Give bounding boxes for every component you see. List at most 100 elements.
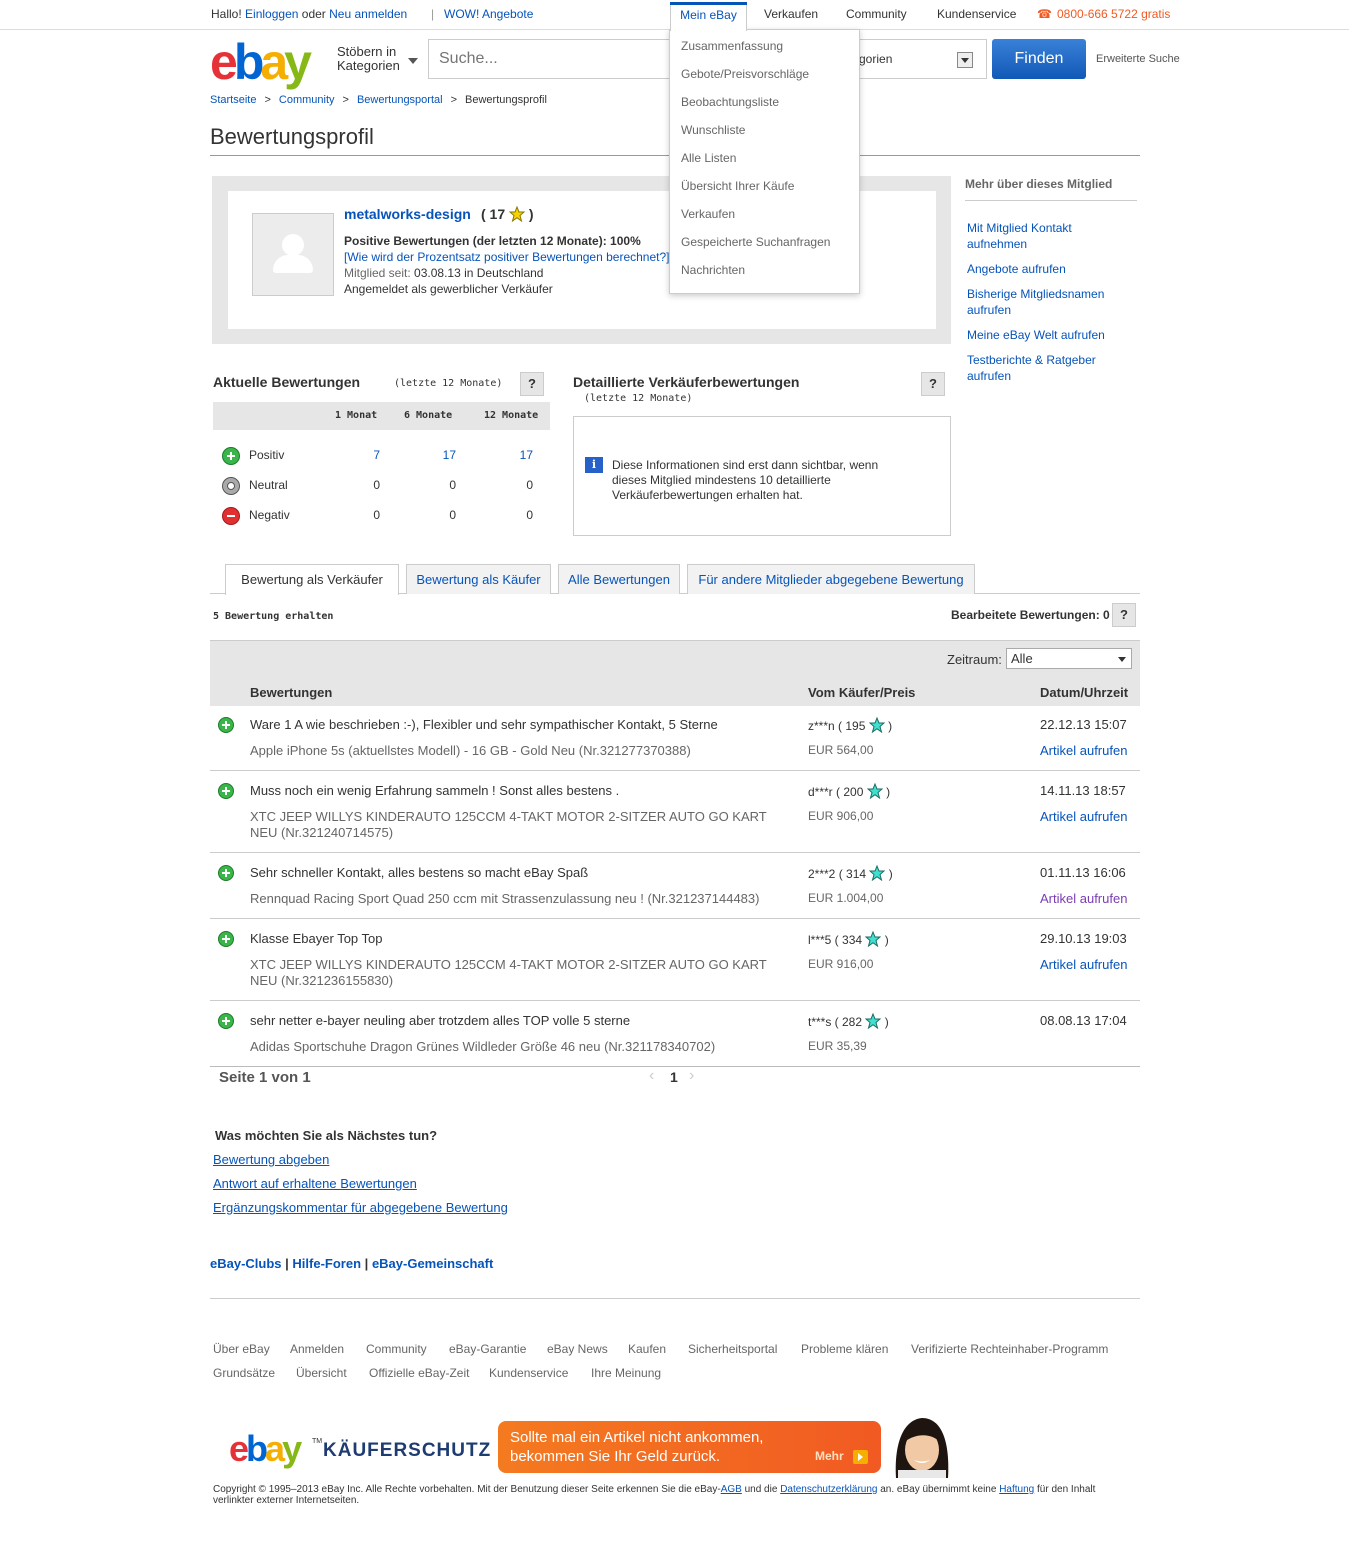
menu-item-all-lists[interactable]: Alle Listen: [681, 151, 736, 165]
more-link[interactable]: Mehr: [815, 1449, 844, 1463]
footer-link[interactable]: eBay-Garantie: [449, 1342, 526, 1356]
help-button[interactable]: ?: [1112, 603, 1136, 627]
footer-link[interactable]: Verifizierte Rechteinhaber-Programm: [911, 1342, 1108, 1356]
breadcrumb-home[interactable]: Startseite: [210, 94, 256, 106]
community-links: eBay-Clubs | Hilfe-Foren | eBay-Gemeinsc…: [210, 1256, 493, 1271]
view-item-link[interactable]: Artikel aufrufen: [1040, 957, 1127, 972]
privacy-link[interactable]: Datenschutzerklärung: [780, 1484, 877, 1495]
footer-link[interactable]: Offizielle eBay-Zeit: [369, 1366, 469, 1380]
footer-link[interactable]: Probleme klären: [801, 1342, 888, 1356]
menu-item-saved-searches[interactable]: Gespeicherte Suchanfragen: [681, 235, 830, 249]
ebay-community-link[interactable]: eBay-Gemeinschaft: [372, 1256, 493, 1271]
tab-left-for-others[interactable]: Für andere Mitglieder abgegebene Bewertu…: [687, 564, 975, 594]
menu-item-watchlist[interactable]: Beobachtungsliste: [681, 95, 779, 109]
chevron-right-icon[interactable]: ›: [689, 1067, 694, 1085]
member-username[interactable]: metalworks-design: [344, 206, 471, 222]
feedback-buyer[interactable]: d***r ( 200 ): [808, 783, 890, 799]
tab-buyer-feedback[interactable]: Bewertung als Käufer: [406, 564, 551, 594]
wow-deals-link[interactable]: WOW! Angebote: [444, 7, 533, 21]
footer-link[interactable]: Kaufen: [628, 1342, 666, 1356]
positive-icon: [218, 783, 234, 799]
phone-number: 0800-666 5722 gratis: [1057, 7, 1171, 21]
menu-item-summary[interactable]: Zusammenfassung: [681, 39, 783, 53]
feedback-buyer[interactable]: 2***2 ( 314 ): [808, 865, 893, 881]
footer-link[interactable]: Anmelden: [290, 1342, 344, 1356]
footer-link[interactable]: Community: [366, 1342, 427, 1356]
followup-comment-link[interactable]: Ergänzungskommentar für abgegebene Bewer…: [213, 1200, 508, 1215]
percentage-explanation-link[interactable]: [Wie wird der Prozentsatz positiver Bewe…: [344, 250, 670, 264]
chevron-down-icon[interactable]: [408, 58, 418, 64]
browse-categories-button[interactable]: Stöbern in Kategorien: [337, 45, 400, 73]
menu-item-bids[interactable]: Gebote/Preisvorschläge: [681, 67, 809, 81]
my-ebay-tab[interactable]: Mein eBay: [670, 2, 747, 31]
sidebar-reviews-guides[interactable]: Testberichte & Ratgeber aufrufen: [967, 352, 1127, 384]
sidebar-contact-member[interactable]: Mit Mitglied Kontakt aufnehmen: [967, 220, 1127, 252]
footer-link[interactable]: Übersicht: [296, 1366, 347, 1380]
reply-feedback-link[interactable]: Antwort auf erhaltene Bewertungen: [213, 1176, 417, 1191]
feedback-price: EUR 564,00: [808, 743, 874, 757]
register-link[interactable]: Neu anmelden: [329, 7, 407, 21]
liability-link[interactable]: Haftung: [999, 1484, 1034, 1495]
feedback-date: 22.12.13 15:07: [1040, 717, 1127, 732]
community-link[interactable]: Community: [846, 7, 907, 21]
positive-icon: [218, 931, 234, 947]
rating-count[interactable]: 7: [350, 448, 380, 462]
chevron-left-icon[interactable]: ‹: [649, 1067, 654, 1085]
sell-link[interactable]: Verkaufen: [764, 7, 818, 21]
leave-feedback-link[interactable]: Bewertung abgeben: [213, 1152, 329, 1167]
category-dropdown-icon[interactable]: [957, 52, 973, 68]
rating-count[interactable]: 17: [426, 448, 456, 462]
rating-count: 0: [526, 508, 533, 522]
period-select[interactable]: Alle: [1006, 648, 1132, 669]
menu-item-messages[interactable]: Nachrichten: [681, 263, 745, 277]
agb-link[interactable]: AGB: [721, 1484, 742, 1495]
search-input[interactable]: [429, 40, 669, 78]
feedback-item: XTC JEEP WILLYS KINDERAUTO 125CCM 4-TAKT…: [250, 809, 767, 840]
feedback-buyer[interactable]: z***n ( 195 ): [808, 717, 892, 733]
help-button[interactable]: ?: [520, 372, 544, 396]
view-item-link[interactable]: Artikel aufrufen: [1040, 743, 1127, 758]
rating-count[interactable]: 17: [503, 448, 533, 462]
logo-letter: a: [260, 34, 288, 90]
sidebar-my-world[interactable]: Meine eBay Welt aufrufen: [967, 327, 1127, 343]
feedback-date: 29.10.13 19:03: [1040, 931, 1127, 946]
arrow-right-icon[interactable]: [853, 1450, 868, 1464]
help-forums-link[interactable]: Hilfe-Foren: [292, 1256, 361, 1271]
view-item-link[interactable]: Artikel aufrufen: [1040, 891, 1127, 906]
menu-item-purchases[interactable]: Übersicht Ihrer Käufe: [681, 179, 794, 193]
rating-label: Neutral: [249, 478, 288, 492]
menu-item-selling[interactable]: Verkaufen: [681, 207, 735, 221]
tab-seller-feedback[interactable]: Bewertung als Verkäufer: [225, 564, 399, 595]
column-header: Bewertungen: [250, 685, 333, 700]
sidebar-previous-names[interactable]: Bisherige Mitgliedsnamen aufrufen: [967, 286, 1127, 318]
footer-link[interactable]: Sicherheitsportal: [688, 1342, 777, 1356]
page-title: Bewertungsprofil: [210, 124, 374, 149]
ebay-logo[interactable]: ebay: [210, 33, 312, 91]
breadcrumb-community[interactable]: Community: [279, 94, 335, 106]
find-button[interactable]: Finden: [992, 39, 1086, 79]
login-link[interactable]: Einloggen: [245, 7, 298, 21]
ebay-clubs-link[interactable]: eBay-Clubs: [210, 1256, 282, 1271]
feedback-buyer[interactable]: t***s ( 282 ): [808, 1013, 889, 1029]
column-header: 12 Monate: [484, 410, 539, 421]
footer-link[interactable]: Über eBay: [213, 1342, 270, 1356]
view-item-link[interactable]: Artikel aufrufen: [1040, 809, 1127, 824]
sidebar-view-listings[interactable]: Angebote aufrufen: [967, 261, 1127, 277]
footer-link[interactable]: Ihre Meinung: [591, 1366, 661, 1380]
help-button[interactable]: ?: [921, 372, 945, 396]
advanced-search-link[interactable]: Erweiterte Suche: [1096, 53, 1180, 65]
footer-link[interactable]: Kundenservice: [489, 1366, 568, 1380]
breadcrumb-feedback-portal[interactable]: Bewertungsportal: [357, 94, 443, 106]
current-page[interactable]: 1: [670, 1069, 678, 1085]
footer-link[interactable]: Grundsätze: [213, 1366, 275, 1380]
rating-count: 0: [449, 478, 456, 492]
footer-link[interactable]: eBay News: [547, 1342, 608, 1356]
customer-service-link[interactable]: Kundenservice: [937, 7, 1016, 21]
separator: |: [364, 1256, 369, 1271]
buyer-protection-logo[interactable]: ebay: [229, 1428, 302, 1470]
tab-all-feedback[interactable]: Alle Bewertungen: [558, 564, 680, 594]
feedback-buyer[interactable]: l***5 ( 334 ): [808, 931, 889, 947]
or-text: oder: [301, 7, 326, 21]
menu-item-wishlist[interactable]: Wunschliste: [681, 123, 745, 137]
feedback-score: ( 17 ): [481, 206, 534, 222]
